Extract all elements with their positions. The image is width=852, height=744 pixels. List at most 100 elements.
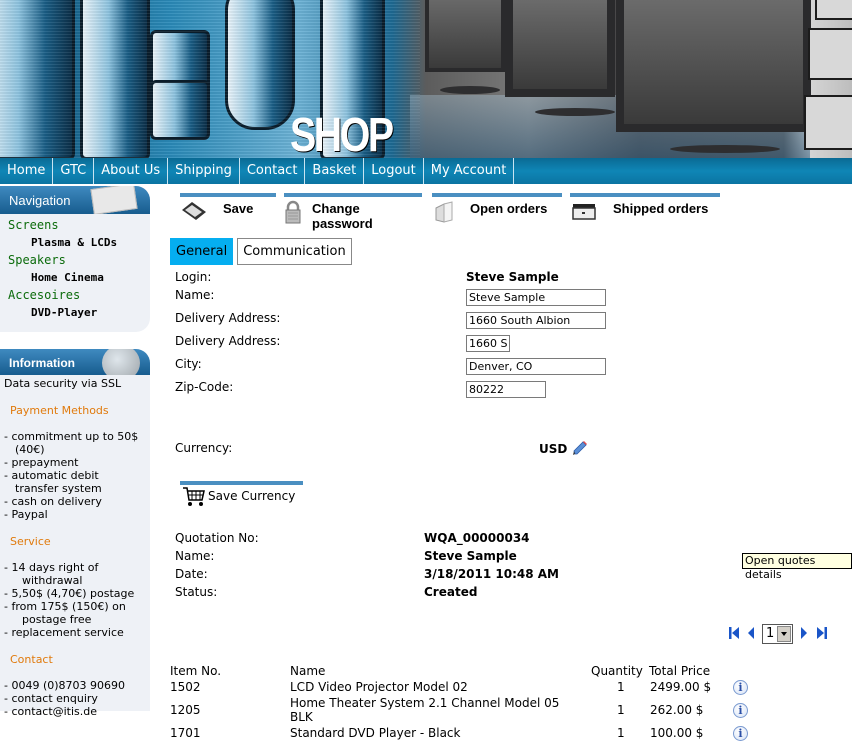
delivery-address-input[interactable] (466, 312, 606, 329)
quotation-status-label: Status: (175, 585, 218, 599)
subcategory-dvd-player[interactable]: DVD-Player (0, 304, 150, 322)
information-header: Information (0, 349, 150, 375)
contact-enquiry-link[interactable]: - contact enquiry (4, 692, 150, 705)
folder-icon (435, 201, 453, 223)
chevron-down-icon[interactable] (777, 626, 791, 642)
category-speakers[interactable]: Speakers (0, 252, 150, 269)
nav-shipping[interactable]: Shipping (168, 158, 240, 184)
payment-item: - automatic debit (4, 469, 99, 482)
delivery-address-2-input[interactable] (466, 335, 510, 352)
ssl-note: Data security via SSL (4, 377, 122, 390)
top-navigation: Home GTC About Us Shipping Contact Baske… (0, 158, 852, 184)
nav-gtc[interactable]: GTC (53, 158, 95, 184)
previous-page-icon[interactable] (745, 626, 757, 640)
subcategory-home-cinema[interactable]: Home Cinema (0, 269, 150, 287)
item-total-price: 2499.00 $ (650, 680, 712, 694)
login-value: Steve Sample (466, 270, 559, 284)
save-currency-button[interactable]: Save Currency (180, 481, 303, 507)
category-accesoires[interactable]: Accesoires (0, 287, 150, 304)
tab-communication[interactable]: Communication (237, 238, 352, 265)
quotation-status-value: Created (424, 585, 478, 599)
zip-code-input[interactable] (466, 381, 546, 398)
service-item: - replacement service (4, 626, 124, 639)
document-icon (90, 186, 138, 214)
item-name: Standard DVD Player - Black (290, 726, 461, 740)
quotation-date-label: Date: (175, 567, 208, 581)
city-input[interactable] (466, 358, 606, 375)
item-name: LCD Video Projector Model 02 (290, 680, 468, 694)
change-password-button[interactable]: Change password (284, 193, 422, 231)
payment-item: - Paypal (4, 508, 48, 521)
contact-heading: Contact (10, 653, 53, 666)
quotation-number-label: Quotation No: (175, 531, 259, 545)
information-box: Information Data security via SSL Paymen… (0, 349, 150, 718)
payment-item: - prepayment (4, 456, 79, 469)
category-screens[interactable]: Screens (0, 217, 150, 234)
service-item: withdrawal (22, 574, 83, 587)
floppy-disk-icon (182, 202, 206, 220)
service-item: - from 175$ (150€) on (4, 600, 126, 613)
info-icon[interactable]: i (733, 703, 748, 718)
first-page-icon[interactable] (728, 626, 740, 640)
page-select[interactable]: 1 (762, 624, 793, 644)
navigation-header: Navigation (0, 186, 150, 214)
nav-logout[interactable]: Logout (364, 158, 424, 184)
item-name-continued: BLK (290, 710, 313, 724)
sidebar: Navigation Screens Plasma & LCDs Speaker… (0, 186, 150, 718)
name-input[interactable] (466, 289, 606, 306)
item-total-price: 100.00 $ (650, 726, 704, 740)
open-quotes-details-tooltip: Open quotes details (742, 553, 852, 581)
site-banner: SHOP (0, 0, 852, 158)
info-icon[interactable]: i (733, 680, 748, 695)
navigation-title: Navigation (9, 193, 71, 208)
service-item: postage free (22, 613, 92, 626)
item-number: 1502 (170, 680, 201, 694)
column-header-total-price: Total Price (649, 664, 711, 678)
service-heading: Service (10, 535, 51, 548)
delivery-address-2-label: Delivery Address: (175, 334, 281, 348)
item-name: Home Theater System 2.1 Channel Model 05 (290, 696, 560, 710)
city-label: City: (175, 357, 202, 371)
subcategory-plasma-lcds[interactable]: Plasma & LCDs (0, 234, 150, 252)
nav-my-account[interactable]: My Account (424, 158, 515, 184)
info-icon-decoration (102, 349, 140, 375)
quotation-date-value: 3/18/2011 10:48 AM (424, 567, 559, 581)
payment-item: transfer system (15, 482, 102, 495)
save-button[interactable]: Save (180, 193, 276, 223)
info-icon[interactable]: i (733, 726, 748, 741)
quotation-name-label: Name: (175, 549, 215, 563)
column-header-quantity: Quantity (591, 664, 643, 678)
next-page-icon[interactable] (798, 626, 810, 640)
item-quantity: 1 (617, 703, 625, 717)
payment-methods-heading: Payment Methods (10, 404, 109, 417)
shipped-orders-button[interactable]: Shipped orders (570, 193, 720, 223)
open-orders-button[interactable]: Open orders (432, 193, 562, 223)
column-header-item-no: Item No. (170, 664, 222, 678)
nav-home[interactable]: Home (0, 158, 54, 184)
currency-value: USD (539, 442, 568, 456)
nav-about-us[interactable]: About Us (94, 158, 169, 184)
column-header-name: Name (290, 664, 326, 678)
account-tabs: General Communication (170, 238, 352, 265)
name-label: Name: (175, 288, 215, 302)
delivery-address-label: Delivery Address: (175, 311, 281, 325)
payment-item: - cash on delivery (4, 495, 102, 508)
nav-contact[interactable]: Contact (240, 158, 306, 184)
service-item: - 5,50$ (4,70€) postage (4, 587, 135, 600)
nav-basket[interactable]: Basket (305, 158, 365, 184)
padlock-icon (285, 200, 301, 224)
pencil-edit-icon[interactable] (572, 440, 588, 456)
item-number: 1701 (170, 726, 201, 740)
last-page-icon[interactable] (816, 626, 828, 640)
information-title: Information (9, 356, 75, 370)
quotation-name-value: Steve Sample (424, 549, 517, 563)
tab-general[interactable]: General (170, 238, 234, 265)
shopping-cart-icon (183, 487, 205, 506)
contact-phone: - 0049 (0)8703 90690 (4, 679, 126, 692)
shop-logo-text: SHOP (290, 109, 394, 158)
contact-email-link[interactable]: - contact@itis.de (4, 705, 150, 718)
quotation-number-value: WQA_00000034 (424, 531, 530, 545)
service-item: - 14 days right of (4, 561, 99, 574)
item-total-price: 262.00 $ (650, 703, 704, 717)
item-quantity: 1 (617, 726, 625, 740)
